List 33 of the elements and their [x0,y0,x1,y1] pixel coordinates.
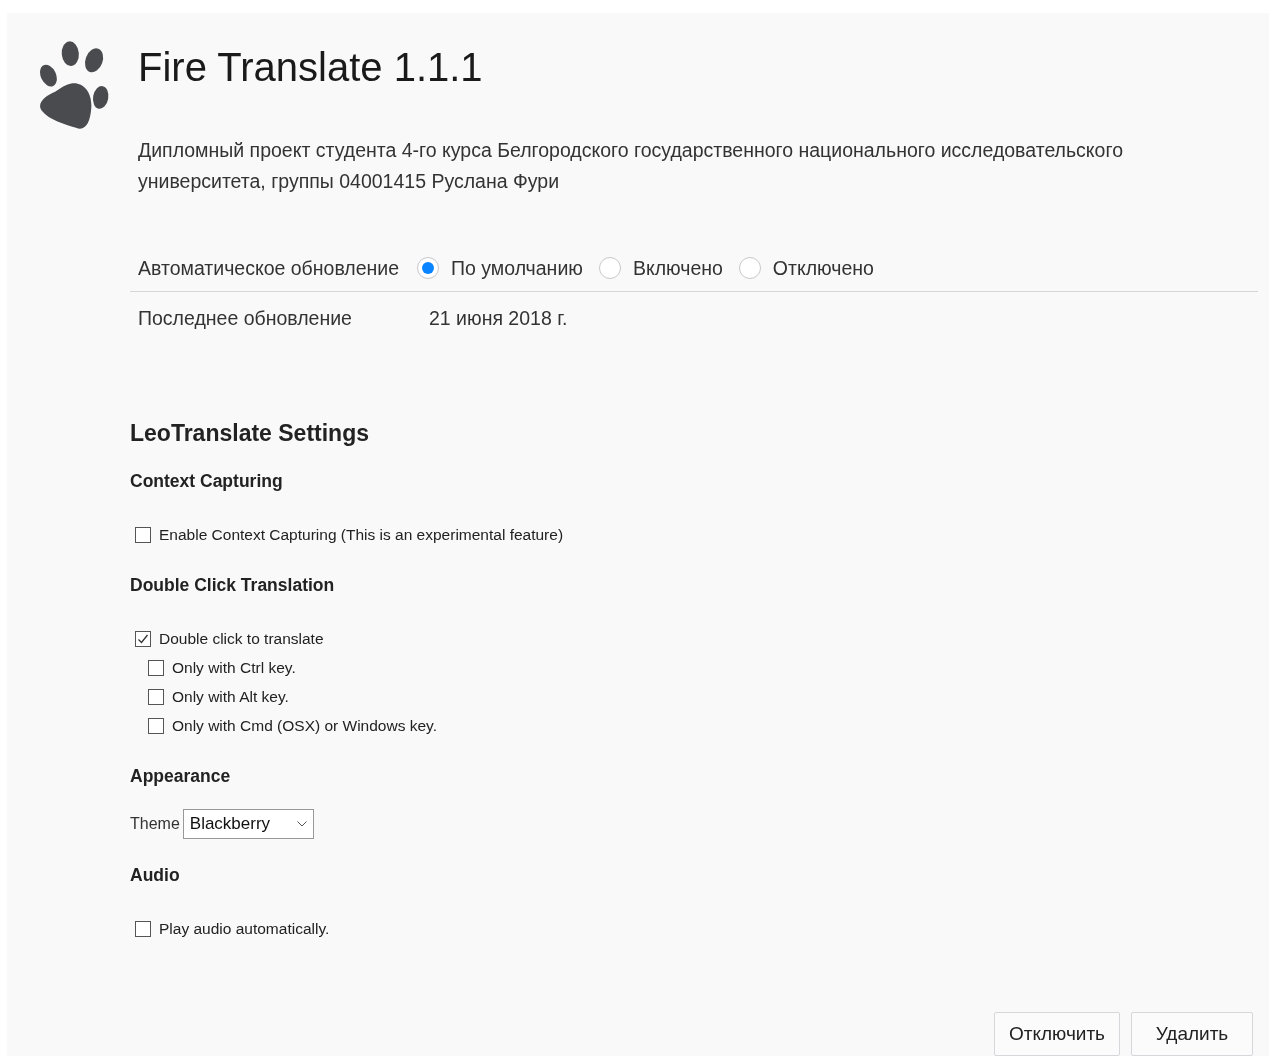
checkbox-label: Enable Context Capturing (This is an experimental feature) [159,525,564,544]
checkbox[interactable] [135,630,151,647]
checkbox-label: Double click to translate [159,629,324,648]
theme-dropdown[interactable]: Blackberry [182,809,314,839]
checkbox[interactable] [135,526,151,543]
action-button[interactable]: Удалить [1131,1012,1253,1056]
section-heading: Audio [130,865,181,886]
action-button[interactable]: Отключить [994,1012,1120,1056]
checkbox[interactable] [135,920,151,937]
last-update-date: 21 июня 2018 г. [429,306,568,330]
settings-title: LeoTranslate Settings [130,420,370,447]
checkbox[interactable] [148,688,164,705]
last-update-label: Последнее обновление [138,306,353,330]
theme-label: Theme [130,815,180,833]
checkbox-label: Only with Ctrl key. [172,658,296,677]
section-heading: Double Click Translation [130,575,336,596]
radio-label: Включено [632,256,723,280]
section-heading: Context Capturing [130,471,284,492]
addon-title: Fire Translate 1.1.1 [138,44,484,91]
radio-button[interactable] [598,257,621,279]
radio-button[interactable] [738,257,761,279]
radio-label: Отключено [772,256,874,280]
checkbox-label: Only with Alt key. [172,687,289,706]
addon-description: Дипломный проект студента 4-го курса Белгородского государственного национального исследовательского университета, группы 04001415 Руслана Фури [138,138,1124,194]
checkbox[interactable] [148,659,164,676]
section-heading: Appearance [130,766,232,787]
checkbox-label: Play audio automatically. [159,919,330,938]
radio-button[interactable] [417,257,440,279]
checkbox[interactable] [148,717,164,734]
checkbox-label: Only with Cmd (OSX) or Windows key. [172,716,437,735]
chevron-down-icon [296,821,307,827]
radio-label: По умолчанию [451,256,583,280]
auto-update-label: Автоматическое обновление [138,256,400,280]
